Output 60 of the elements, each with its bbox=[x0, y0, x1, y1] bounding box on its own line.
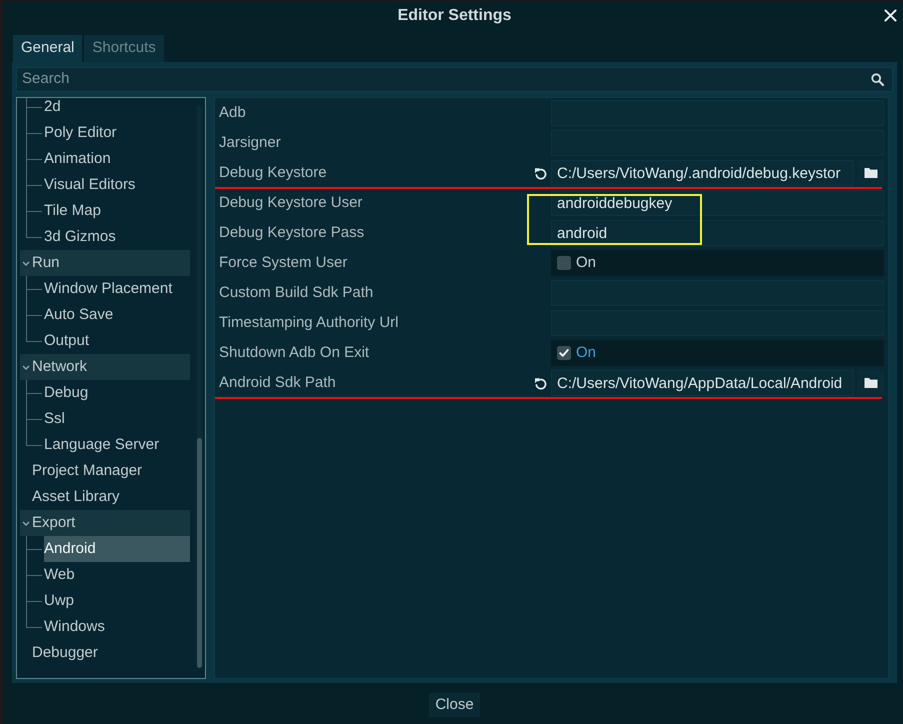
checkbox[interactable] bbox=[557, 346, 571, 360]
tree-item[interactable]: Visual Editors bbox=[44, 172, 190, 198]
property-label: Debug Keystore User bbox=[219, 192, 364, 213]
text-field[interactable]: android bbox=[551, 220, 884, 246]
tree-item[interactable]: Ssl bbox=[44, 406, 190, 432]
property-label: Shutdown Adb On Exit bbox=[219, 342, 370, 363]
tree-item[interactable]: Asset Library bbox=[20, 484, 190, 510]
property-label: Timestamping Authority Url bbox=[219, 312, 400, 333]
path-field[interactable]: C:/Users/VitoWang/.android/debug.keystor bbox=[551, 160, 854, 186]
tab[interactable]: Shortcuts bbox=[84, 35, 164, 62]
property-label: Debug Keystore Pass bbox=[219, 222, 366, 243]
checkbox-control[interactable]: On bbox=[551, 250, 884, 276]
chevron-down-icon[interactable] bbox=[22, 520, 30, 526]
tree-item[interactable]: Language Server bbox=[44, 432, 190, 458]
checkbox[interactable] bbox=[557, 256, 571, 270]
scrollbar-thumb[interactable] bbox=[197, 438, 202, 668]
tree-group-header[interactable]: Export bbox=[20, 510, 190, 536]
scrollbar-track[interactable] bbox=[197, 106, 202, 668]
tree-item[interactable]: Android bbox=[44, 536, 190, 562]
chevron-down-icon[interactable] bbox=[22, 260, 30, 266]
tree-item[interactable]: Debugger bbox=[20, 640, 190, 666]
tree-item[interactable]: Uwp bbox=[44, 588, 190, 614]
search-bar[interactable]: Search bbox=[16, 67, 893, 92]
tree-item[interactable]: Output bbox=[44, 328, 190, 354]
search-icon[interactable] bbox=[871, 73, 884, 86]
tree-item[interactable]: 3d Gizmos bbox=[44, 224, 190, 250]
tree-item[interactable]: Windows bbox=[44, 614, 190, 640]
path-field[interactable]: C:/Users/VitoWang/AppData/Local/Android bbox=[551, 370, 854, 396]
revert-icon[interactable] bbox=[534, 166, 547, 180]
close-icon bbox=[884, 9, 897, 22]
property-label: Custom Build Sdk Path bbox=[219, 282, 374, 303]
tree-group-header[interactable]: Run bbox=[20, 250, 190, 276]
tree-item[interactable]: Poly Editor bbox=[44, 120, 190, 146]
window-title: Editor Settings bbox=[398, 6, 512, 26]
tree-group-header[interactable]: Network bbox=[20, 354, 190, 380]
property-label: Jarsigner bbox=[219, 132, 282, 153]
tree-item[interactable]: Window Placement bbox=[44, 276, 190, 302]
revert-icon[interactable] bbox=[534, 376, 547, 390]
close-button[interactable]: Close bbox=[429, 693, 480, 717]
folder-icon bbox=[864, 377, 878, 389]
tree-item[interactable]: Web bbox=[44, 562, 190, 588]
tree-item[interactable]: Tile Map bbox=[44, 198, 190, 224]
dialog-close-button[interactable] bbox=[884, 9, 897, 22]
tree-item[interactable]: Auto Save bbox=[44, 302, 190, 328]
tree-item[interactable]: 2d bbox=[44, 98, 190, 120]
checkbox-control[interactable]: On bbox=[551, 340, 884, 366]
property-label: Android Sdk Path bbox=[219, 372, 337, 393]
property-label: Debug Keystore bbox=[219, 162, 328, 183]
folder-button[interactable] bbox=[857, 160, 884, 186]
tab[interactable]: General bbox=[13, 35, 82, 62]
text-field[interactable]: androiddebugkey bbox=[551, 190, 884, 216]
tree-item[interactable]: Project Manager bbox=[20, 458, 190, 484]
folder-button[interactable] bbox=[857, 370, 884, 396]
chevron-down-icon[interactable] bbox=[22, 364, 30, 370]
tree-item[interactable]: Debug bbox=[44, 380, 190, 406]
property-label: Adb bbox=[219, 102, 247, 123]
tree-item[interactable]: Animation bbox=[44, 146, 190, 172]
folder-icon bbox=[864, 167, 878, 179]
search-field[interactable]: Search bbox=[17, 69, 867, 90]
property-label: Force System User bbox=[219, 252, 348, 273]
